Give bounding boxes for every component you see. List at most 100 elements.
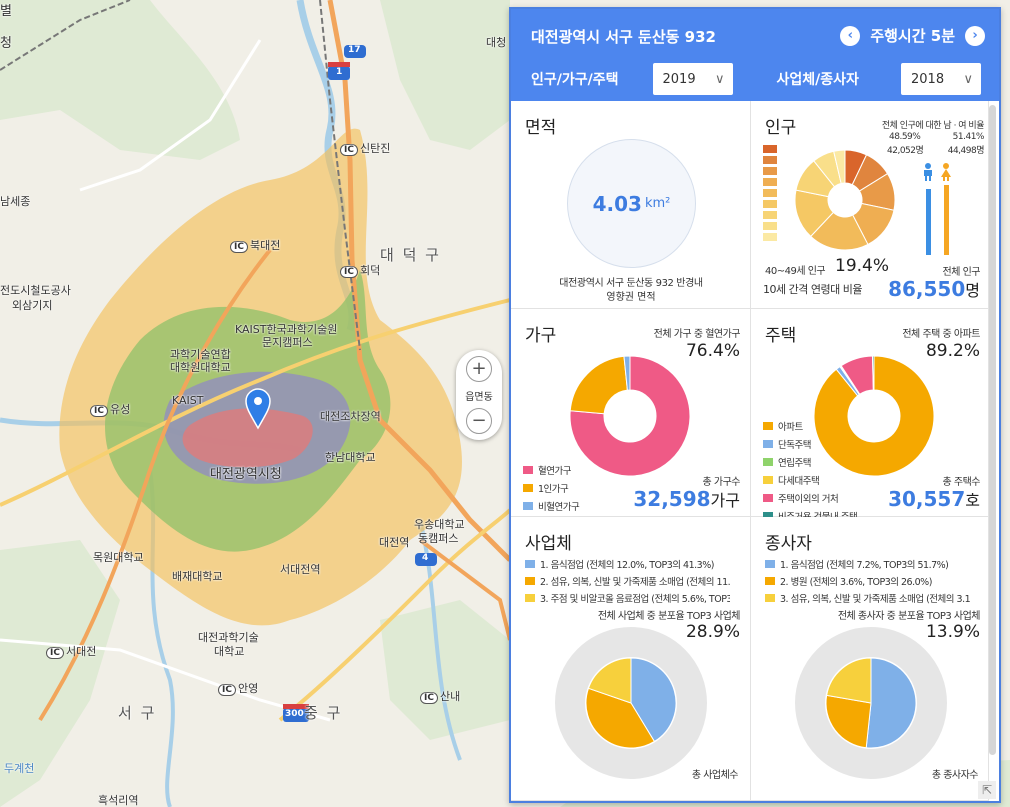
employee-legend-label: 1. 음식점업 (전체의 7.2%, TOP3의 51.7%)	[780, 560, 949, 571]
ic-name: 신탄진	[359, 142, 391, 155]
panel-scrollbar[interactable]	[989, 105, 996, 755]
female-person-icon	[941, 163, 951, 181]
map-label: 서대전역	[280, 563, 321, 576]
business-legend-item: 3. 주점 및 비알코올 음료점업 (전체의 5.6%, TOP3…	[525, 591, 730, 605]
housing-legend-label: 단독주택	[778, 440, 811, 451]
household-legend-label: 1인가구	[538, 484, 569, 495]
housing-legend-swatch	[763, 422, 773, 430]
housing-legend-label: 주택이외의 거처	[778, 494, 839, 505]
drive-time-label: 주행시간 5분	[870, 27, 955, 45]
household-card: 가구 전체 가구 중 혈연가구 76.4% 혈연가구 1인가구 비혈연가구 총 가구…	[511, 309, 751, 517]
zoom-in-button[interactable]: +	[466, 356, 492, 382]
population-year-value: 2019	[662, 71, 696, 87]
map-label: 대 덕 구	[380, 246, 441, 264]
ic-name: 북대전	[249, 239, 281, 252]
map-label: 두계천	[4, 762, 35, 775]
location-title: 대전광역시 서구 둔산동 932	[531, 28, 716, 46]
employee-legend-label: 3. 섬유, 의복, 신발 및 가죽제품 소매업 (전체의 3.1…	[780, 594, 970, 605]
business-legend-item: 1. 음식점업 (전체의 12.0%, TOP3의 41.3%)	[525, 557, 730, 571]
area-card: 면적 4.03 km² 대전광역시 서구 둔산동 932 반경내 영향권 면적	[511, 101, 751, 309]
housing-slice-5[interactable]	[871, 355, 875, 391]
map-label: 외삼기지	[12, 299, 53, 312]
employee-legend-label: 2. 병원 (전체의 3.6%, TOP3의 26.0%)	[780, 577, 932, 588]
ic-badge: IC	[90, 405, 108, 417]
area-value: 4.03	[592, 191, 642, 216]
ic-name: 서대전	[65, 645, 97, 658]
employee-total-label: 총 종사자수	[931, 770, 979, 781]
household-pct: 76.4%	[685, 341, 740, 361]
business-total-label: 총 사업체수	[691, 770, 739, 781]
business-legend-swatch	[525, 560, 535, 568]
housing-legend-item: 연립주택	[763, 455, 857, 469]
area-desc-1: 대전광역시 서구 둔산동 932 반경내	[559, 278, 703, 289]
ic-badge: IC	[340, 266, 358, 278]
map-label: 배재대학교	[172, 570, 223, 583]
household-legend-swatch	[523, 502, 533, 510]
housing-legend-label: 연립주택	[778, 458, 811, 469]
ic-label-anyeong: IC 안영	[218, 680, 258, 696]
employee-legend-swatch	[765, 577, 775, 585]
business-year-select[interactable]: 2018 ∨	[901, 63, 981, 95]
household-legend-swatch	[523, 484, 533, 492]
age-legend-swatch	[763, 189, 777, 197]
male-pct: 48.59%	[889, 132, 921, 142]
map-label: 서 구	[118, 704, 157, 722]
housing-legend-label: 아파트	[778, 422, 803, 433]
map-label: 대전광역시청	[210, 467, 282, 482]
household-slice-1[interactable]	[569, 355, 628, 415]
ic-badge: IC	[230, 241, 248, 253]
male-person-icon	[924, 163, 932, 181]
map-label: 한남대학교	[325, 451, 376, 464]
population-year-select[interactable]: 2019 ∨	[652, 63, 733, 95]
household-legend-label: 혈연가구	[538, 466, 571, 477]
population-title: 인구	[765, 118, 797, 138]
employee-legend-item: 2. 병원 (전체의 3.6%, TOP3의 26.0%)	[765, 574, 970, 588]
business-caption: 전체 사업체 중 분포율 TOP3 사업체	[597, 611, 741, 622]
housing-legend-item: 다세대주택	[763, 473, 857, 487]
household-total-unit: 가구	[710, 491, 740, 510]
business-legend-swatch	[525, 594, 535, 602]
map-label: 별	[0, 4, 12, 19]
age-legend-swatch	[763, 156, 777, 164]
route-badge-300: 300	[285, 709, 304, 719]
ic-label-sannae: IC 산내	[420, 688, 460, 704]
map-label: 남세종	[0, 195, 31, 208]
drive-time-nav: ‹ 주행시간 5분 ›	[840, 25, 985, 46]
household-total: 32,598 가구	[633, 487, 740, 511]
ic-name: 산내	[439, 690, 461, 703]
ic-label-seodaejeon: IC 서대전	[46, 643, 96, 659]
zoom-out-button[interactable]: −	[466, 408, 492, 434]
resize-icon[interactable]: ⇱	[978, 781, 996, 799]
ic-badge: IC	[218, 684, 236, 696]
area-title: 면적	[525, 118, 557, 138]
business-legend: 1. 음식점업 (전체의 12.0%, TOP3의 41.3%) 2. 섬유, 의…	[525, 557, 730, 608]
employee-title: 종사자	[765, 534, 812, 554]
ic-badge: IC	[340, 144, 358, 156]
employee-caption: 전체 종사자 중 분포율 TOP3 사업체	[837, 611, 981, 622]
ic-name: 유성	[109, 403, 131, 416]
age-group-pct: 19.4%	[835, 256, 890, 276]
household-donut-chart	[569, 355, 691, 477]
employee-card: 종사자 1. 음식점업 (전체의 7.2%, TOP3의 51.7%) 2. 병원…	[751, 517, 989, 801]
population-total-label: 전체 인구	[942, 267, 981, 278]
map-label: 대전역	[379, 536, 410, 549]
chevron-down-icon: ∨	[715, 71, 725, 87]
population-total-value: 86,550	[888, 277, 966, 301]
map-label: 흑석리역	[98, 794, 139, 807]
population-card: 인구 전체 인구에 대한 남 · 여 비율 48.59% 42,052명 51.…	[751, 101, 989, 309]
age-donut-chart	[794, 149, 896, 251]
ic-label-sintanjin: IC 신탄진	[340, 140, 390, 156]
household-caption: 전체 가구 중 혈연가구	[653, 329, 741, 340]
housing-legend-swatch	[763, 440, 773, 448]
area-desc-2: 영향권 면적	[606, 292, 656, 303]
housing-legend-swatch	[763, 494, 773, 502]
prev-drive-time-button[interactable]: ‹	[840, 25, 861, 46]
map-label: 중 구	[304, 704, 343, 722]
male-ratio-bar	[926, 188, 931, 255]
ic-badge: IC	[420, 692, 438, 704]
map-label: 목원대학교	[93, 551, 144, 564]
next-drive-time-button[interactable]: ›	[965, 25, 985, 46]
housing-total-label: 총 주택수	[942, 477, 981, 488]
age-legend	[763, 145, 777, 244]
female-pct: 51.41%	[952, 132, 985, 142]
